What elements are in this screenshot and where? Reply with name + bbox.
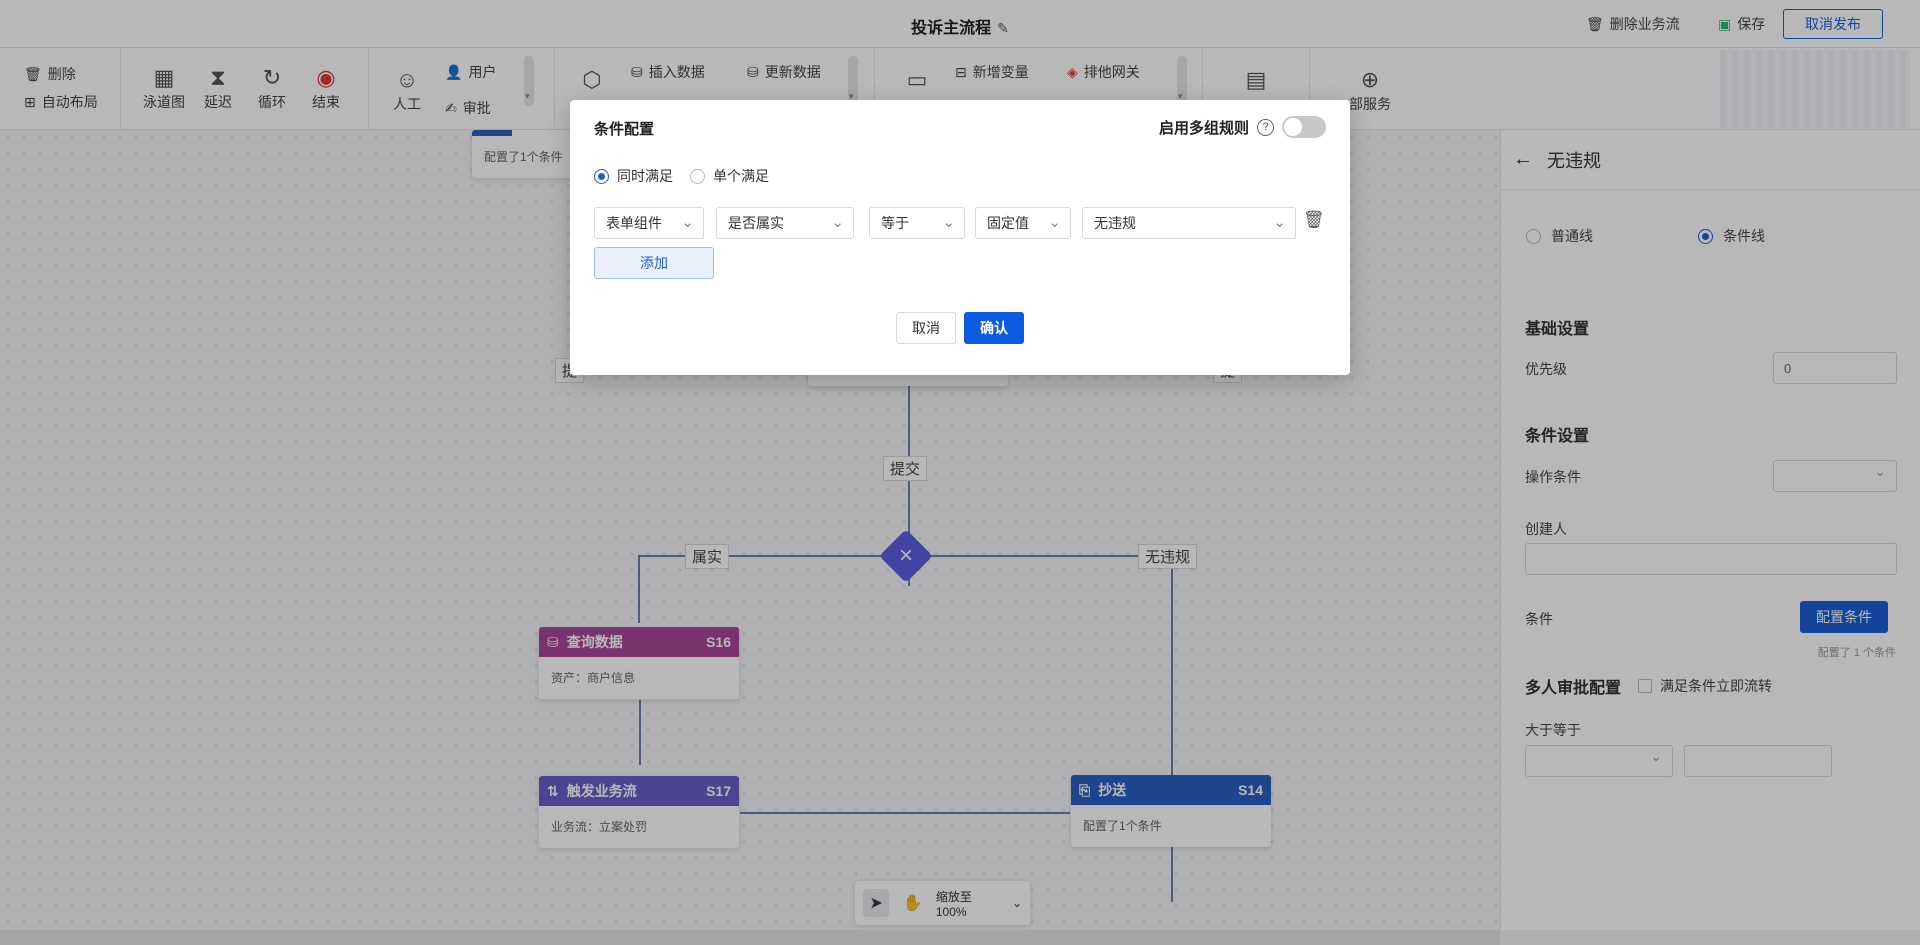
dialog-title: 条件配置 [594,121,655,138]
chevron-down-icon: ⌄ [942,214,955,231]
help-icon[interactable]: ? [1257,118,1274,136]
multi-group-setting: 启用多组规则 ? [1159,116,1326,138]
chevron-down-icon: ⌄ [831,214,844,231]
chevron-down-icon: ⌄ [1273,214,1286,231]
operator-select[interactable]: 等于 ⌄ [869,207,965,239]
value-select[interactable]: 无违规 ⌄ [1082,207,1296,239]
field-select[interactable]: 是否属实 ⌄ [716,207,854,239]
radio-single-match[interactable]: 单个满足 [690,166,769,186]
trash-icon[interactable]: 🗑 [1303,210,1325,230]
condition-config-dialog: 条件配置 启用多组规则 ? 同时满足 单个满足 表单组件 ⌄ 是否属实 ⌄ 等于 ⌄ … [570,100,1350,375]
chevron-down-icon: ⌄ [1048,214,1061,231]
add-condition-button[interactable]: 添加 [594,247,714,279]
value-type-select[interactable]: 固定值 ⌄ [975,207,1071,239]
multi-group-toggle[interactable] [1282,116,1326,138]
chevron-down-icon: ⌄ [681,214,694,231]
field-type-select[interactable]: 表单组件 ⌄ [594,207,704,239]
radio-checked-icon [594,168,609,184]
radio-icon [690,168,705,184]
cancel-button[interactable]: 取消 [896,312,956,344]
confirm-button[interactable]: 确认 [964,312,1024,344]
radio-all-match[interactable]: 同时满足 [594,166,673,186]
